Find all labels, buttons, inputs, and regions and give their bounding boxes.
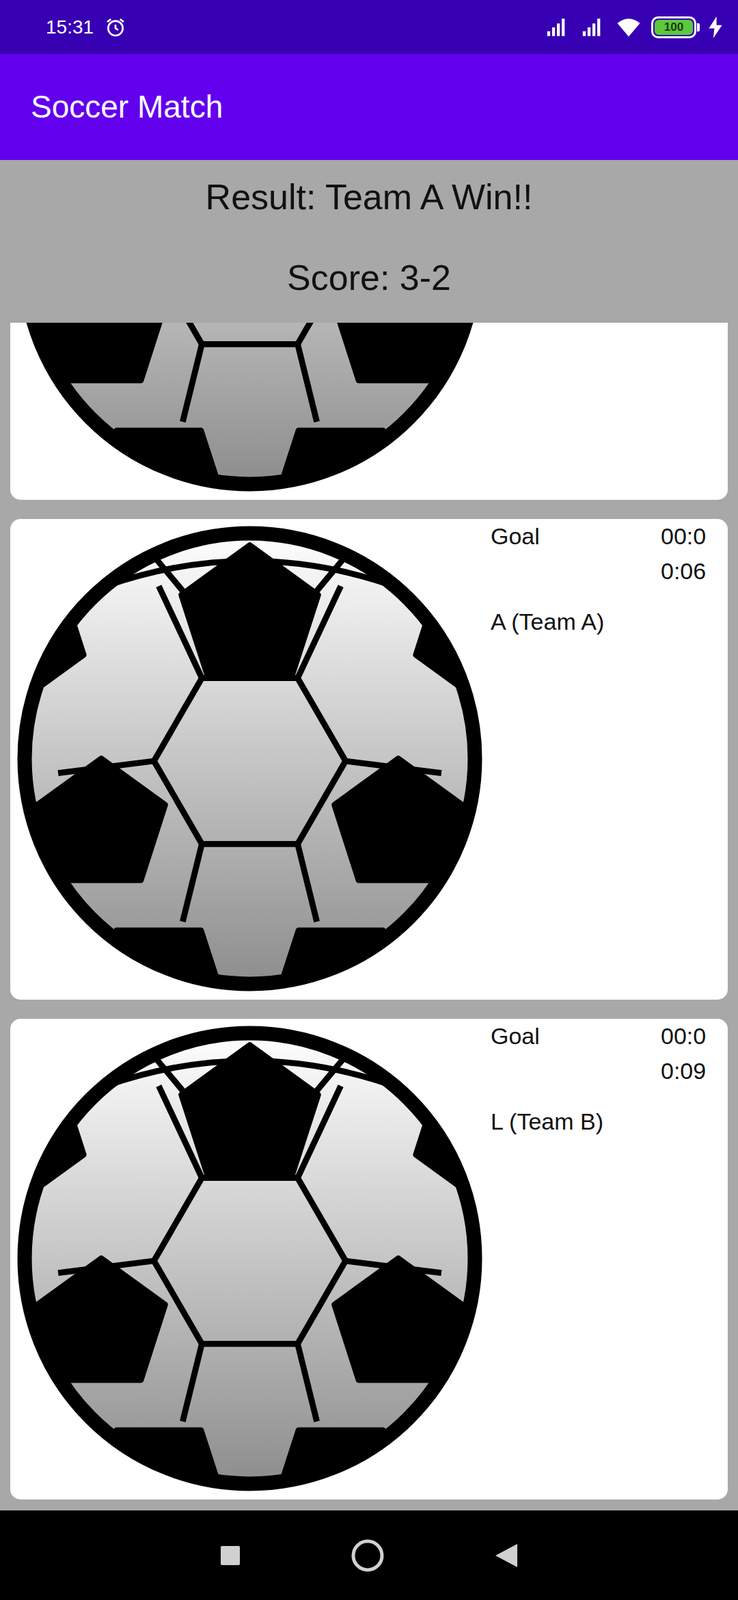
signal-icon xyxy=(578,15,607,39)
app-title: Soccer Match xyxy=(30,83,223,131)
charging-bolt-icon xyxy=(707,16,723,39)
soccer-ball-icon xyxy=(10,322,490,499)
wifi-icon xyxy=(614,15,644,40)
result-score: Score: 3-2 xyxy=(6,256,732,299)
soccer-ball-icon xyxy=(10,518,490,998)
event-card[interactable]: Goal 00:00:06 A (Team A) xyxy=(10,518,728,1000)
event-player: A (Team A) xyxy=(490,604,728,639)
status-right: 100 xyxy=(543,15,723,40)
status-bar: 15:31 100 xyxy=(0,0,738,54)
event-type: Goal xyxy=(490,518,540,554)
event-player: L (Team B) xyxy=(490,1103,728,1139)
event-card[interactable]: Goal 00:00:09 L (Team B) xyxy=(10,1018,728,1499)
back-icon[interactable] xyxy=(494,1541,519,1568)
event-header: Goal 00:00:09 xyxy=(490,1018,728,1088)
status-time: 15:31 xyxy=(45,12,94,42)
status-left: 15:31 xyxy=(45,12,127,42)
battery-icon: 100 xyxy=(651,16,700,39)
navigation-bar xyxy=(0,1509,738,1599)
result-title: Result: Team A Win!! xyxy=(6,175,732,218)
event-card-clipped xyxy=(10,322,728,500)
event-card[interactable] xyxy=(10,322,728,500)
event-list[interactable]: Goal 00:00:06 A (Team A) Goal 00:00:09 L (Tea… xyxy=(0,322,738,1510)
event-info: Goal 00:00:09 L (Team B) xyxy=(489,1018,728,1499)
battery-nub xyxy=(697,23,700,32)
event-header: Goal 00:00:06 xyxy=(490,518,728,589)
result-panel: Result: Team A Win!! Score: 3-2 xyxy=(0,159,738,323)
alarm-icon xyxy=(104,16,127,39)
event-info: Goal 00:00:06 A (Team A) xyxy=(489,518,728,1000)
battery-body: 100 xyxy=(651,16,697,39)
home-icon[interactable] xyxy=(350,1537,385,1572)
event-info xyxy=(489,322,728,500)
soccer-ball-icon xyxy=(10,1018,490,1498)
battery-text: 100 xyxy=(653,18,695,37)
signal-icon xyxy=(543,15,571,39)
app-bar: Soccer Match xyxy=(0,53,738,160)
event-time: 00:00:06 xyxy=(660,518,724,589)
recent-apps-icon[interactable] xyxy=(219,1543,242,1566)
event-type: Goal xyxy=(490,1018,540,1054)
event-time: 00:00:09 xyxy=(660,1018,724,1088)
